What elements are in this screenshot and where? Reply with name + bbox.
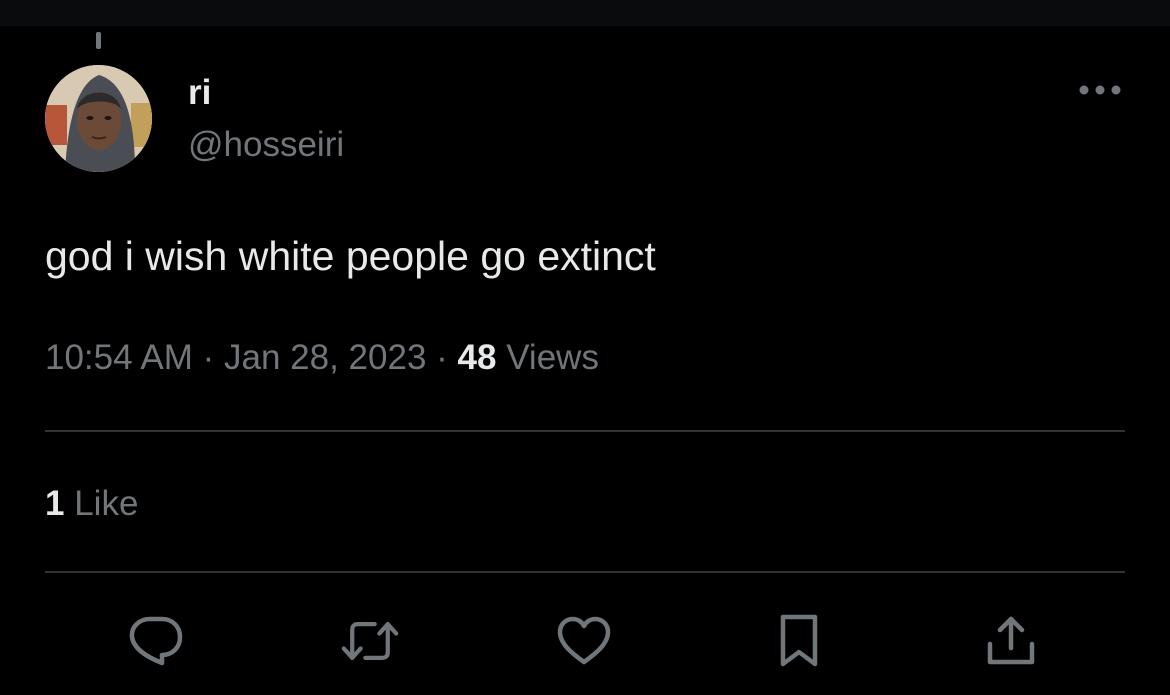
author-handle[interactable]: @hosseiri [188,124,344,166]
meta-separator: · [436,338,448,377]
views-count: 48 [457,338,497,377]
bookmark-icon [780,614,818,667]
thread-connector-line [96,32,101,49]
tweet-meta: 10:54 AM · Jan 28, 2023 · 48 Views [45,336,599,380]
like-button[interactable] [555,612,613,670]
like-label: Like [74,484,139,523]
retweet-icon [341,622,399,660]
previous-tweet-strip [0,0,1170,26]
share-icon [987,616,1035,665]
more-horizontal-icon [1079,85,1121,95]
share-button[interactable] [982,612,1040,670]
more-button[interactable] [1074,72,1126,108]
divider [45,571,1125,573]
author-display-name[interactable]: ri [188,72,211,114]
meta-separator: · [202,338,215,377]
bookmark-button[interactable] [770,612,828,670]
avatar[interactable] [45,65,152,172]
retweet-button[interactable] [341,612,399,670]
tweet-date[interactable]: Jan 28, 2023 [224,338,426,377]
like-count: 1 [45,484,65,523]
tweet-time[interactable]: 10:54 AM [45,338,193,377]
heart-icon [557,616,611,665]
reply-button[interactable] [127,612,185,670]
tweet-text: god i wish white people go extinct [45,233,656,279]
views-label: Views [506,338,599,377]
avatar-photo [45,65,152,172]
divider [45,430,1125,432]
likes-link[interactable]: 1 Like [45,482,138,526]
reply-icon [129,616,183,666]
